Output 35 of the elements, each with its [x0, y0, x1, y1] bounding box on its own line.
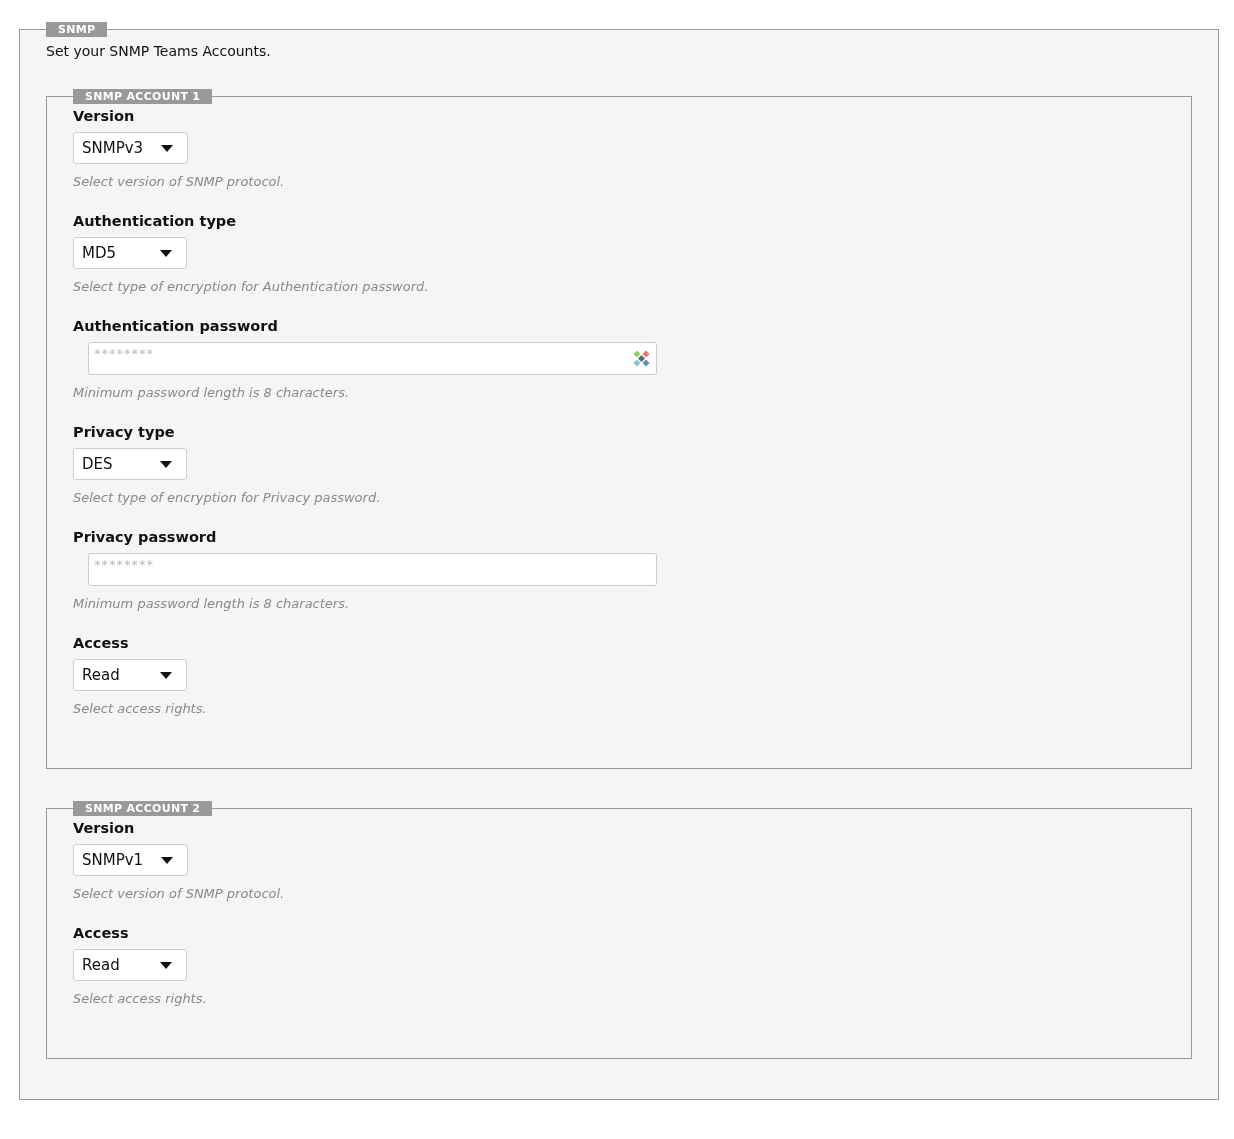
password-field[interactable]: ********	[88, 553, 657, 586]
password-field[interactable]: ********	[88, 342, 657, 375]
section-legend: SNMP	[46, 22, 108, 37]
account-legend: SNMP ACCOUNT 1	[73, 89, 213, 104]
caret-icon	[160, 671, 172, 679]
caret-icon	[160, 460, 172, 468]
dropdown[interactable]: Read	[73, 949, 187, 981]
help-text: Select type of encryption for Authentication password.	[73, 279, 429, 294]
password-manager-icon[interactable]	[633, 350, 650, 367]
dropdown[interactable]: SNMPv3	[73, 132, 189, 164]
caret-icon	[160, 249, 172, 257]
field-label: Privacy password	[73, 529, 217, 545]
dropdown[interactable]: Read	[73, 659, 187, 691]
help-text: Select version of SNMP protocol.	[73, 174, 285, 189]
help-text: Minimum password length is 8 characters.	[73, 596, 350, 611]
help-text: Select type of encryption for Privacy password.	[73, 490, 381, 505]
caret-icon	[160, 961, 172, 969]
field-label: Access	[73, 925, 129, 941]
field-label: Access	[73, 635, 129, 651]
field-label: Version	[73, 108, 135, 124]
account-legend: SNMP ACCOUNT 2	[73, 801, 213, 816]
help-text: Select access rights.	[73, 991, 207, 1006]
intro-text: Set your SNMP Teams Accounts.	[46, 43, 272, 59]
help-text: Select access rights.	[73, 701, 207, 716]
help-text: Select version of SNMP protocol.	[73, 886, 285, 901]
field-label: Authentication type	[73, 213, 237, 229]
field-label: Privacy type	[73, 424, 175, 440]
field-label: Version	[73, 820, 135, 836]
caret-icon	[161, 144, 174, 152]
caret-icon	[161, 856, 174, 864]
dropdown[interactable]: MD5	[73, 237, 187, 269]
help-text: Minimum password length is 8 characters.	[73, 385, 350, 400]
field-label: Authentication password	[73, 318, 278, 334]
dropdown[interactable]: DES	[73, 448, 187, 480]
dropdown[interactable]: SNMPv1	[73, 844, 189, 876]
